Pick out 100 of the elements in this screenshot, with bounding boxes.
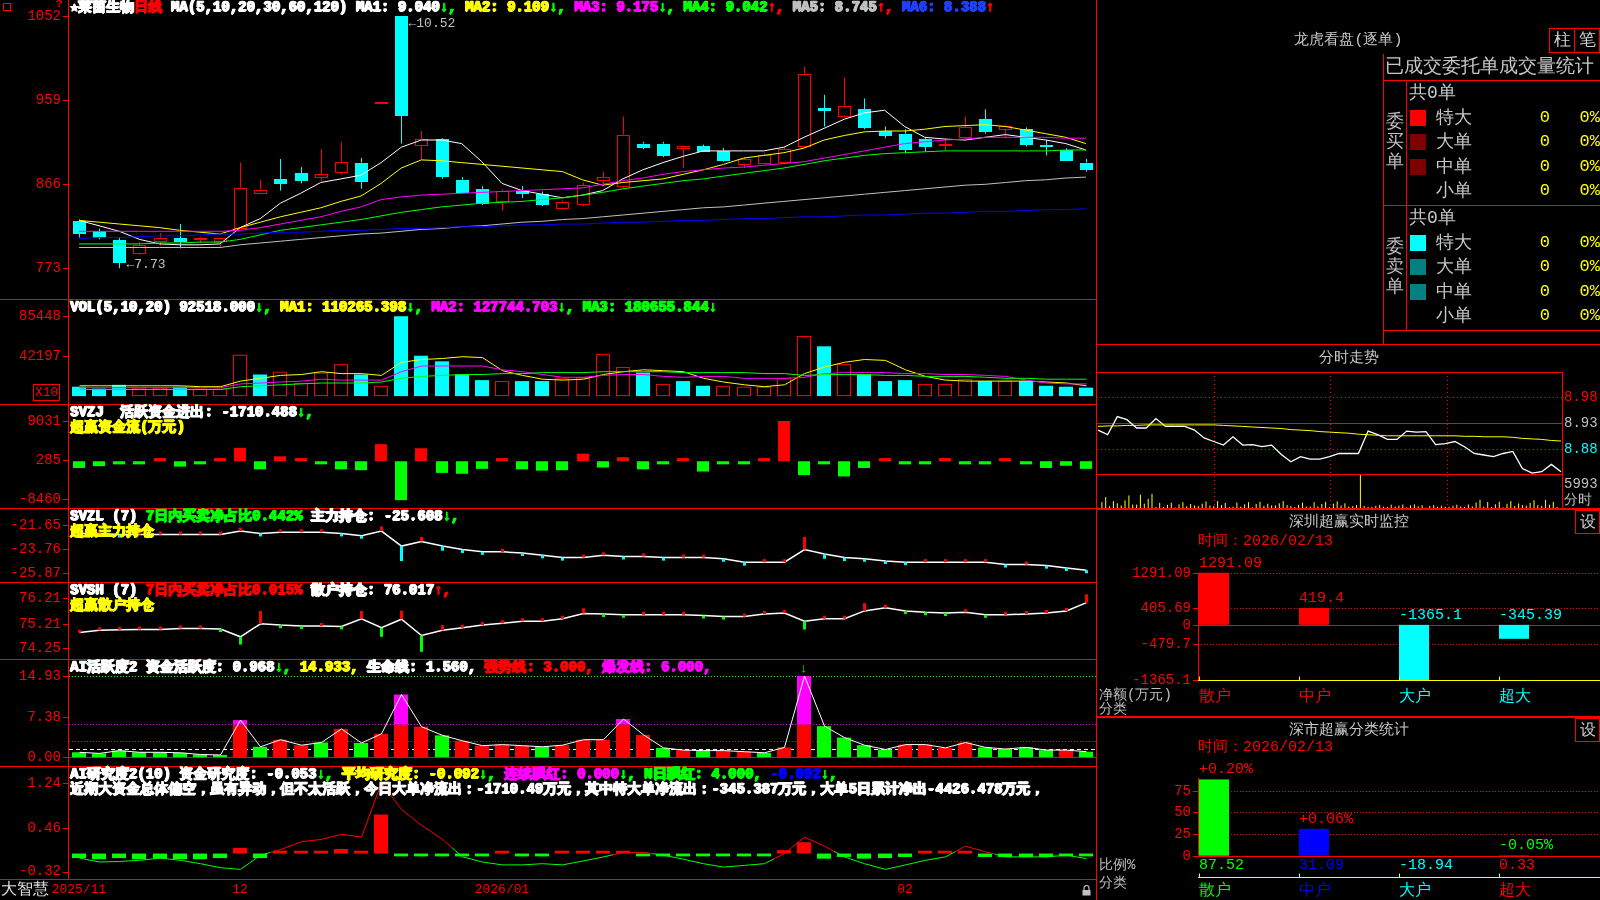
order-count: 0 (1539, 132, 1550, 152)
panel-title: 深市超赢分类统计 (1288, 721, 1409, 739)
axis-tick-label: -479.7 (1140, 636, 1191, 652)
axis-tick-label: 9031 (27, 413, 61, 429)
axis-tick-label: 75.21 (19, 616, 61, 632)
order-percent: 0% (1579, 181, 1600, 201)
order-percent: 0% (1579, 257, 1600, 277)
order-size-label: 大单 (1436, 257, 1472, 277)
order-count: 0 (1539, 306, 1550, 326)
legend-text: ↓, (557, 300, 575, 315)
order-size-label: 特大 (1436, 107, 1472, 128)
group-label: 委卖单 (1386, 238, 1404, 298)
date-label: 12 (232, 881, 248, 898)
order-percent: 0% (1579, 156, 1600, 177)
price-annotation: ←10.52 (408, 16, 456, 32)
category-label: 散户 (1199, 883, 1231, 899)
category-label: 大户 (1399, 689, 1431, 705)
axis-tick-label: 0 (1182, 617, 1191, 633)
legend-text: ↓, (478, 767, 496, 782)
volume-max-label: 5993 (1563, 476, 1598, 492)
order-size-label: 中单 (1436, 156, 1472, 177)
value-label: -345.39 (1499, 607, 1562, 624)
axis-tick-label: 8.88 (1564, 441, 1598, 457)
axis-tick-label: 8.98 (1564, 389, 1598, 405)
axis-tick-label: 1.24 (27, 775, 61, 791)
legend-text: MA5: 8.745 (791, 0, 877, 15)
order-percent: 0% (1579, 306, 1600, 326)
legend-text: ↓, (548, 0, 566, 15)
legend-text: ↑, (434, 583, 451, 598)
legend-text: 平均研究度: -0.092 (341, 767, 479, 782)
change-label: -0.05% (1499, 838, 1553, 855)
category-label: 中户 (1299, 689, 1331, 705)
legend-text: ↓, (442, 509, 460, 524)
date-label: 02 (897, 881, 913, 898)
legend-text: 强势线: 3.000, (483, 660, 594, 675)
legend-text: 日线 (134, 0, 163, 15)
order-total: 共0单 (1409, 208, 1456, 228)
axis-tick-label: 1291.09 (1132, 565, 1191, 581)
axis-tick-label: 76.21 (19, 590, 61, 606)
legend-text: 生命线: 1.560, (365, 660, 477, 675)
axis-tick-label: 25 (1174, 826, 1191, 842)
legend-text: ↓, (296, 405, 314, 420)
legend-text: 主力持仓: -25.608 (309, 509, 443, 524)
axis-tick-label: 0 (1182, 848, 1191, 864)
legend-text: -0.092 (769, 767, 821, 782)
row-label: 比例% (1099, 858, 1136, 872)
axis-tick-label: 50 (1174, 804, 1191, 820)
legend-text: N日飘红: 4.000, (644, 767, 762, 782)
legend-text: MA2: 9.109 (463, 0, 549, 15)
legend-text: 爆发线: 6.000, (601, 660, 712, 675)
legend-text: ↓, (618, 767, 636, 782)
order-size-label: 小单 (1436, 306, 1472, 326)
axis-tick-label: -0.32 (19, 863, 61, 879)
legend-text: AI研究度2(10) 资金研究度: -0.053 (70, 767, 317, 782)
legend-text: 7日内买卖净占比0.015% (145, 583, 303, 598)
legend-text: ↓, (658, 0, 675, 15)
legend-text: AI活跃度2 资金活跃度: 0.968 (70, 660, 275, 675)
axis-tick-label: 773 (35, 260, 61, 276)
axis-tick-label: 74.25 (19, 640, 61, 656)
group-label: 委买单 (1386, 113, 1404, 173)
value-label: -1365.1 (1399, 607, 1462, 624)
axis-tick-label: 14.93 (19, 668, 61, 684)
legend-text: MA2: 127744.703 (430, 300, 558, 315)
ratio-value: -18.94 (1399, 858, 1453, 874)
date-label: 2025/11 (51, 881, 107, 898)
panel-title: 深圳超赢实时监控 (1288, 513, 1409, 531)
legend-text: 14.933, (298, 660, 359, 675)
date-label: 时间：2026/02/13 (1198, 740, 1333, 756)
legend-text: 连续飘红: 0.000 (503, 767, 619, 782)
legend-text: MA3: 180655.844 (581, 300, 709, 315)
value-label: 1291.09 (1199, 555, 1262, 572)
axis-tick-label: 8.93 (1564, 415, 1598, 431)
ratio-value: 87.52 (1199, 858, 1244, 874)
value-label: 419.4 (1299, 590, 1344, 607)
axis-tick-label: -25.87 (10, 565, 61, 581)
change-label: +0.06% (1299, 811, 1353, 828)
legend-text: ↓ (708, 300, 717, 315)
legend-text: ↓, (274, 660, 292, 675)
axis-tick-label: -21.65 (10, 517, 61, 533)
legend-text: MA6: 8.388 (900, 0, 986, 15)
order-count: 0 (1539, 281, 1550, 302)
order-size-label: 中单 (1436, 281, 1472, 302)
ratio-value: 0.33 (1499, 858, 1535, 874)
axis-tick-label: 405.69 (1140, 600, 1191, 616)
legend-text: VOL(5,10,20) 92518.000 (70, 300, 255, 315)
axis-tick-label: 1052 (27, 8, 61, 24)
category-label: 散户 (1199, 689, 1231, 705)
legend-text: MA4: 9.042 (682, 0, 768, 15)
legend-text: ↑, (876, 0, 894, 15)
order-size-label: 大单 (1436, 132, 1472, 152)
category-label: 超大 (1499, 883, 1531, 899)
date-label: 2026/01 (474, 881, 530, 898)
legend-text: SVSH (7) (70, 583, 138, 598)
category-label: 超大 (1499, 689, 1531, 705)
axis-title: 分类 (1099, 876, 1127, 890)
order-count: 0 (1539, 156, 1550, 177)
order-percent: 0% (1579, 132, 1600, 152)
category-label: 中户 (1299, 883, 1331, 899)
legend-text: 7日内买卖净占比0.442% (145, 509, 303, 524)
order-size-label: 特大 (1436, 232, 1472, 253)
